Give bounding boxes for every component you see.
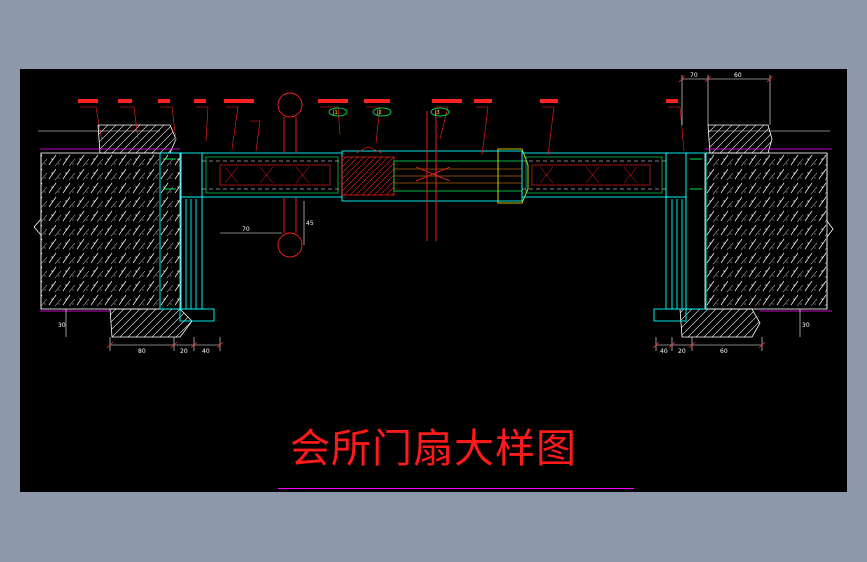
annotation-marks: J1 J2 J3: [78, 99, 678, 117]
right-wall: [679, 124, 834, 338]
dim-leaf-height: 45: [306, 220, 314, 227]
dim-top-right-2: 60: [734, 72, 742, 79]
dimension-ticks: [106, 75, 774, 349]
dim-bottom-left-2: 20: [180, 348, 188, 355]
door-handle: [277, 92, 303, 258]
left-wall: [33, 124, 193, 338]
dim-bottom-right-2: 20: [678, 348, 686, 355]
dim-bottom-right-1: 40: [660, 348, 668, 355]
dim-bottom-left-3: 40: [202, 348, 210, 355]
dim-top-right-1: 70: [690, 72, 698, 79]
dim-handle-offset: 70: [242, 226, 250, 233]
dim-right-vertical: 30: [802, 322, 810, 329]
drawing-viewport: J1 J2 J3 70 60 80 20 40 40 20 60 30 30 7…: [20, 69, 847, 492]
dim-bottom-left-1: 80: [138, 348, 146, 355]
left-door-leaf: [201, 152, 343, 198]
code-label-2: J2: [376, 110, 382, 116]
code-label-1: J1: [332, 110, 338, 116]
drawing-title: 会所门扇大样图: [290, 426, 577, 472]
dim-bottom-right-3: 60: [720, 348, 728, 355]
right-door-leaf: [521, 152, 667, 198]
title-underline: [278, 488, 634, 489]
code-label-3: J3: [434, 110, 440, 116]
dim-left-vertical: 30: [58, 322, 66, 329]
